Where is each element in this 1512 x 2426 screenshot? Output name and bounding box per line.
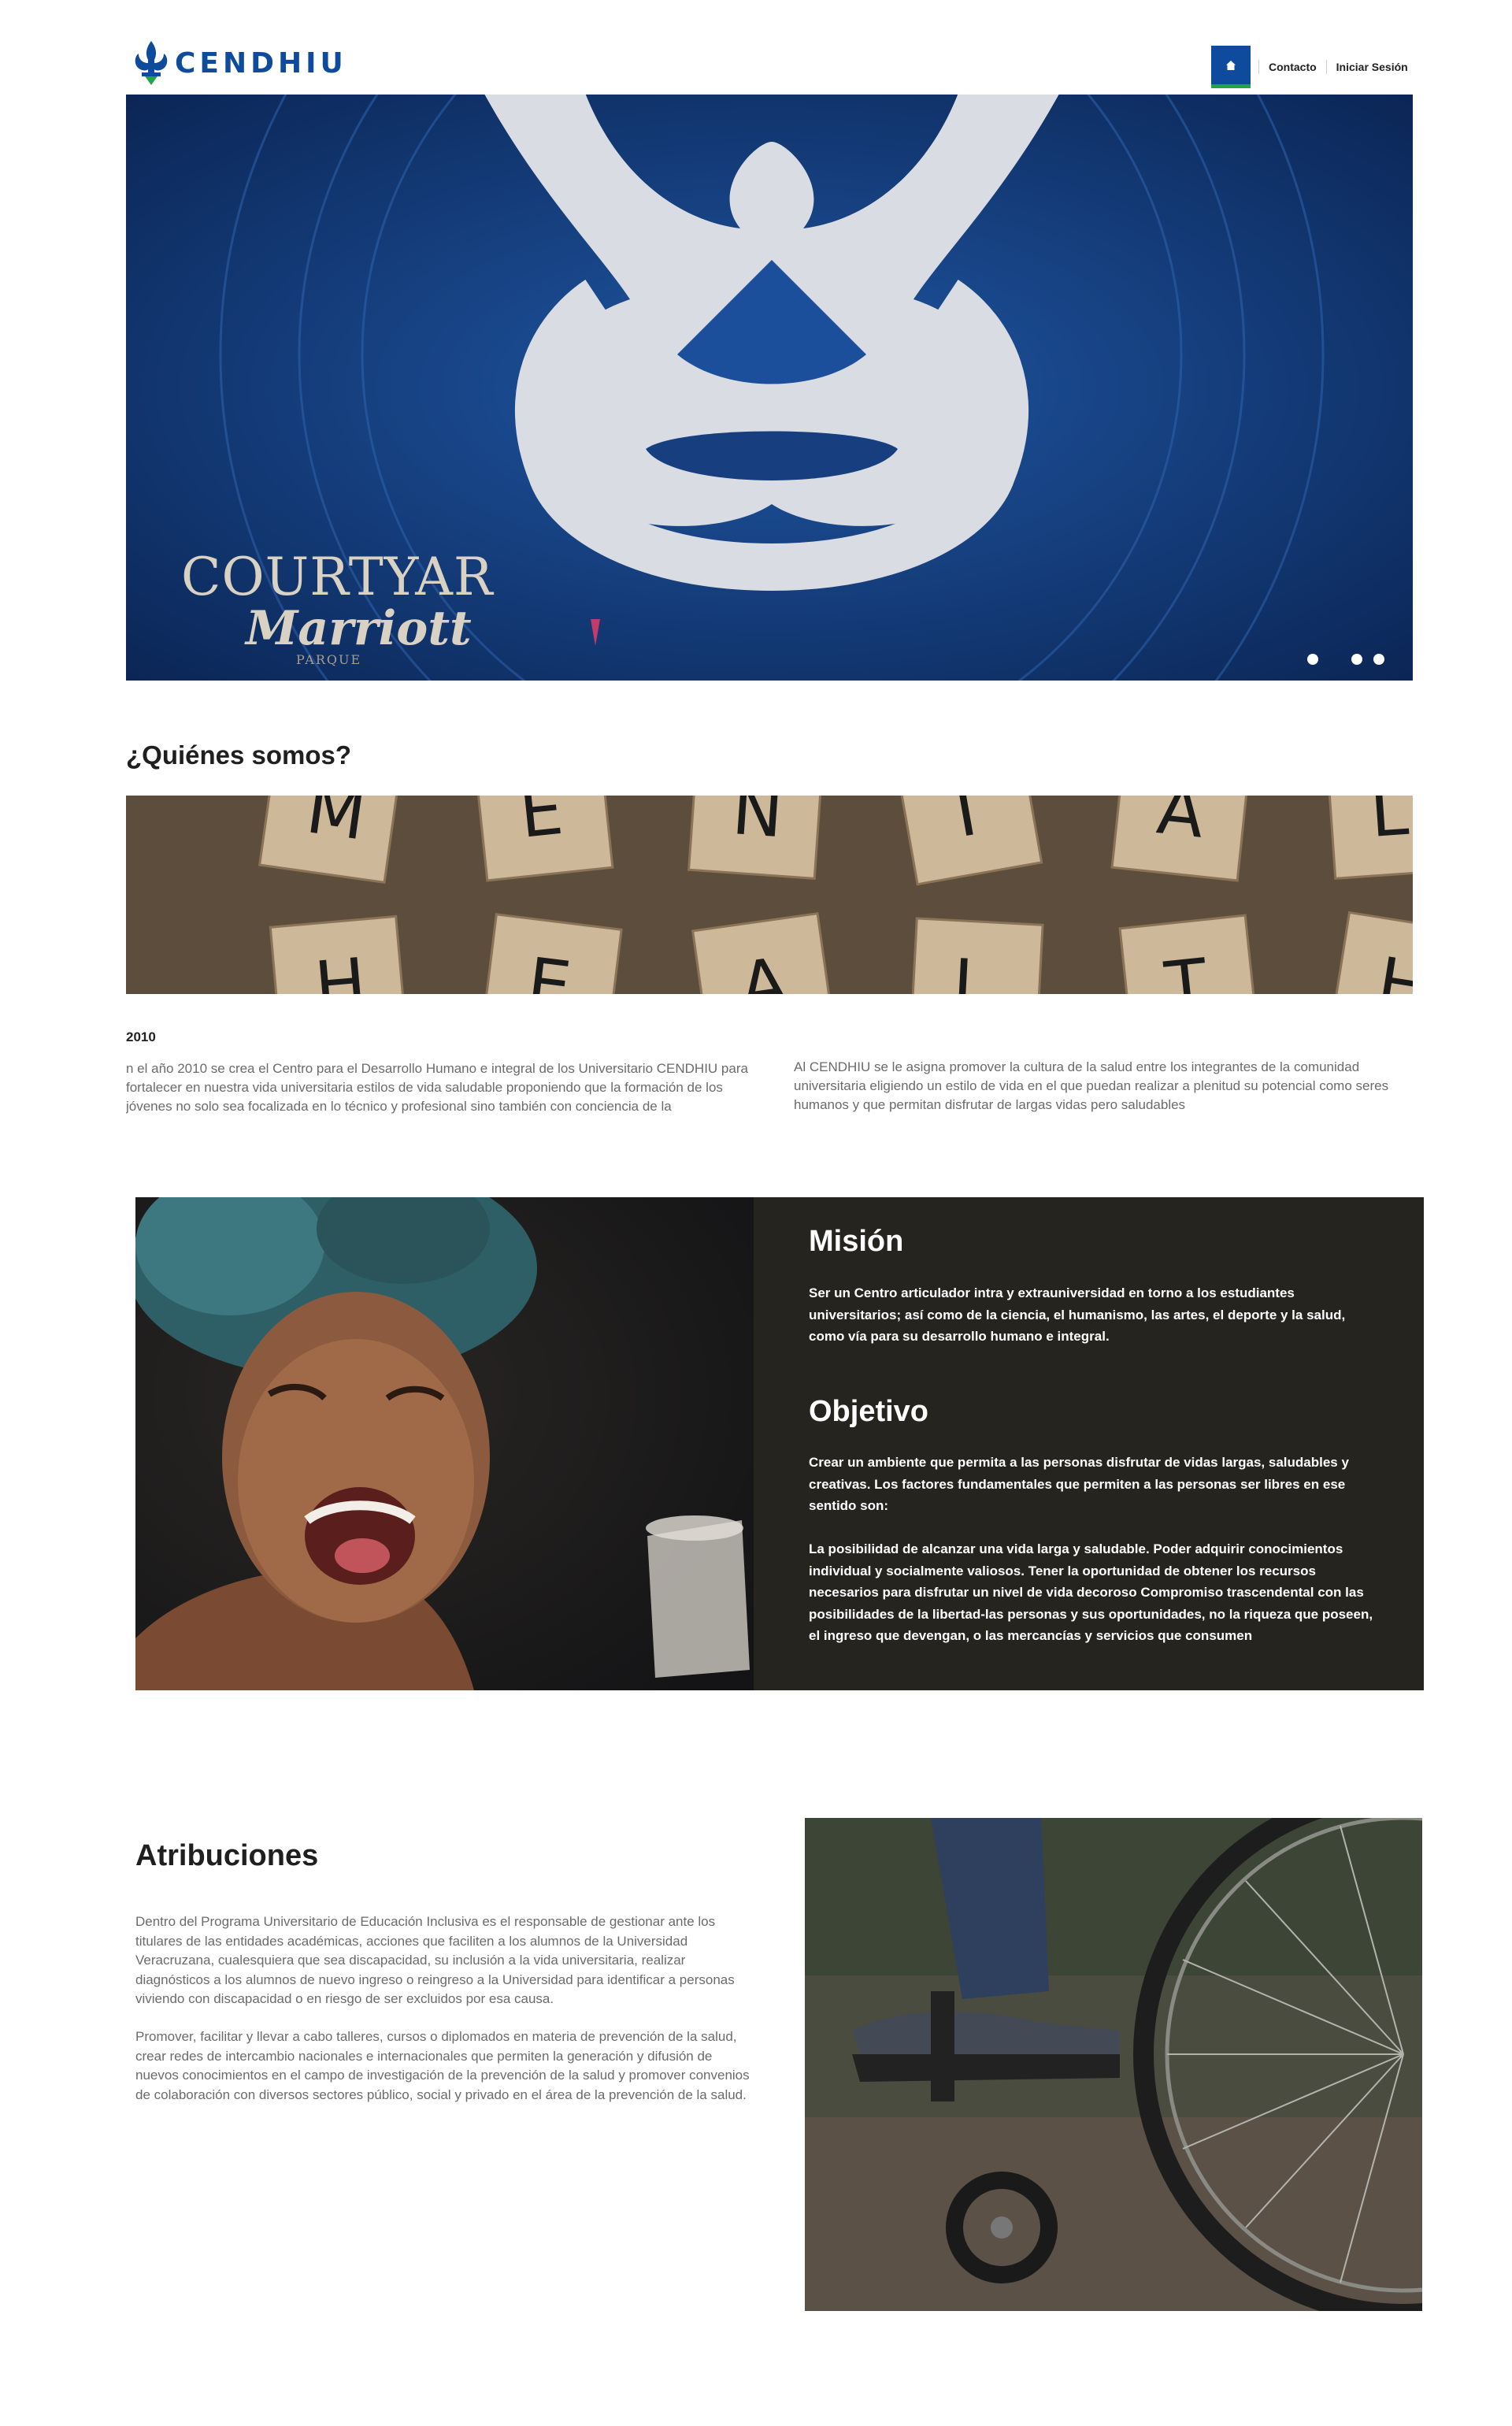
home-icon <box>1226 60 1236 70</box>
carousel-indicators <box>1307 654 1384 665</box>
atribuciones-paragraph-1: Dentro del Programa Universitario de Edu… <box>135 1914 735 2006</box>
scrabble-tile: E <box>472 796 614 882</box>
year-label: 2010 <box>126 1029 156 1044</box>
svg-text:N: N <box>730 796 786 853</box>
svg-text:H: H <box>312 944 369 994</box>
contacto-link[interactable]: Contacto <box>1259 61 1326 73</box>
iniciar-sesion-link[interactable]: Iniciar Sesión <box>1327 61 1418 73</box>
scrabble-tile: H <box>269 914 409 994</box>
scrabble-tile: L <box>1325 796 1413 880</box>
scrabble-tile: A <box>1110 796 1252 882</box>
quienes-paragraph-left: n el año 2010 se crea el Centro para el … <box>126 1061 748 1114</box>
top-navigation: Contacto Iniciar Sesión <box>1211 46 1418 88</box>
home-button[interactable] <box>1211 46 1251 88</box>
scrabble-tile: L <box>909 917 1044 994</box>
hero-caption-line2: Marriott <box>246 601 472 656</box>
carousel-dot[interactable] <box>1373 654 1384 665</box>
svg-text:L: L <box>951 944 992 994</box>
quienes-paragraph-right: Al CENDHIU se le asigna promover la cult… <box>794 1059 1389 1112</box>
mision-text: Ser un Centro articulador intra y extrau… <box>809 1285 1346 1344</box>
mision-objetivo-panel: Misión Ser un Centro articulador intra y… <box>754 1197 1424 1690</box>
svg-text:L: L <box>1368 796 1411 853</box>
hero-caption: COURTYAR Marriott PARQUE <box>181 550 494 668</box>
site-logo[interactable]: CENDHIU <box>132 39 347 87</box>
logo-text: CENDHIU <box>175 46 347 80</box>
scrabble-tile: T <box>1118 914 1260 994</box>
svg-text:A: A <box>1154 796 1208 854</box>
hero-carousel[interactable]: COURTYAR Marriott PARQUE <box>126 95 1413 681</box>
section-title-quienes: ¿Quiénes somos? <box>126 740 352 770</box>
svg-text:M: M <box>302 796 370 856</box>
carousel-dot[interactable] <box>1307 654 1318 665</box>
atribuciones-paragraph-2: Promover, facilitar y llevar a cabo tall… <box>135 2029 750 2102</box>
laughing-woman-photo <box>135 1197 754 1690</box>
wheelchair-photo <box>805 1818 1422 2311</box>
site-header: CENDHIU Contacto Iniciar Sesión <box>0 0 1512 95</box>
section-title-atribuciones: Atribuciones <box>135 1839 319 1872</box>
objetivo-text: Crear un ambiente que permita a las pers… <box>809 1455 1349 1513</box>
fleur-de-lis-icon <box>135 41 168 85</box>
objetivo-title: Objetivo <box>809 1395 929 1428</box>
scrabble-tile: N <box>687 796 825 880</box>
mision-title: Misión <box>809 1225 904 1258</box>
svg-text:E: E <box>516 796 566 854</box>
mental-health-image: MENTAL HEALTH <box>126 796 1413 994</box>
scrabble-tile: E <box>480 913 623 994</box>
objetivo-list: La posibilidad de alcanzar una vida larg… <box>809 1541 1373 1643</box>
hero-caption-line1: COURTYAR <box>181 547 494 607</box>
carousel-dot[interactable] <box>1351 654 1362 665</box>
